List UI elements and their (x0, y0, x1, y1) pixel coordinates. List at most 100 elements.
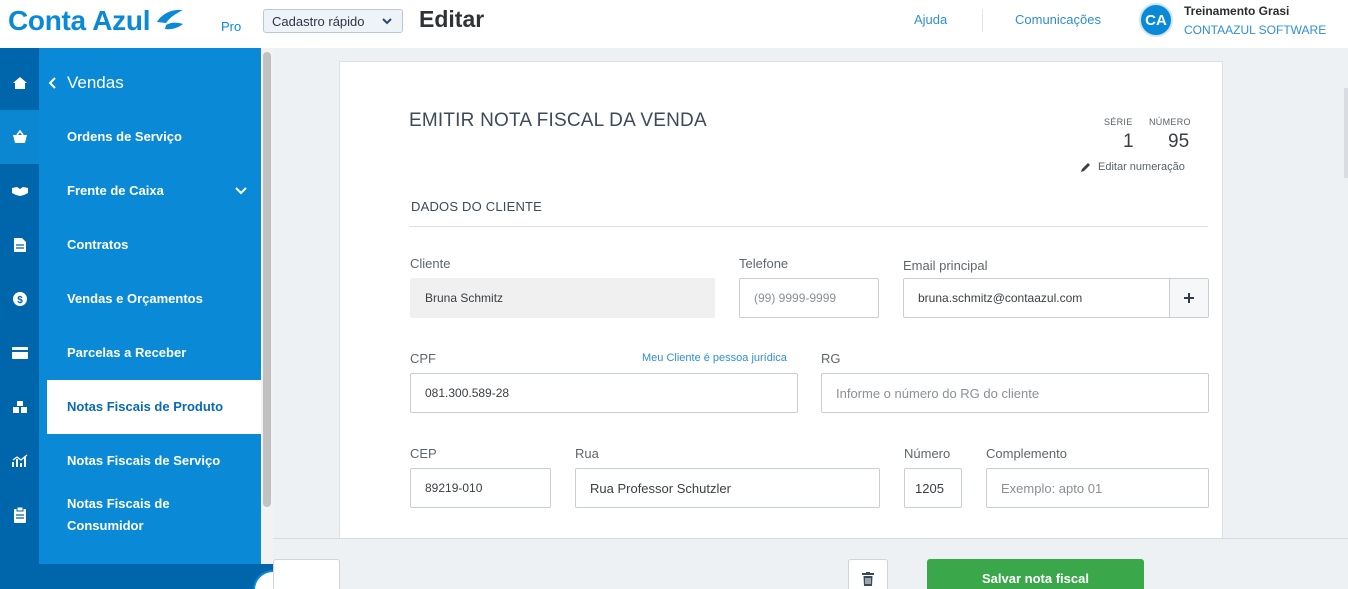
phone-input[interactable]: (99) 9999-9999 (739, 278, 879, 318)
page-title: Editar (419, 6, 485, 32)
complement-placeholder: Exemplo: apto 01 (1001, 480, 1103, 496)
delete-button[interactable] (848, 559, 888, 589)
announcements-link[interactable]: Comunicações (1015, 12, 1101, 27)
page-scrollbar[interactable] (1344, 88, 1348, 178)
save-invoice-button[interactable]: Salvar nota fiscal (927, 559, 1144, 589)
dollar-icon: $ (12, 292, 27, 306)
invoice-form-card: EMITIR NOTA FISCAL DA VENDA SÉRIE 1 NÚME… (339, 61, 1223, 541)
plan-badge: Pro (221, 19, 242, 34)
menu-item-label: Vendas e Orçamentos (67, 291, 203, 306)
menu-item-pos[interactable]: Frente de Caixa (39, 164, 261, 218)
rail-cards[interactable] (0, 326, 39, 380)
menu-item-label: Parcelas a Receber (67, 345, 187, 360)
sidebar-scrollbar-thumb[interactable] (263, 52, 271, 507)
logo[interactable]: Conta Azul (8, 2, 186, 40)
menu-item-label: Notas Fiscais de Serviço (67, 453, 221, 468)
rail-home[interactable] (0, 56, 39, 110)
email-value: bruna.schmitz@contaazul.com (918, 291, 1083, 305)
add-email-button[interactable] (1169, 278, 1209, 318)
street-label: Rua (575, 446, 599, 461)
edit-numbering-link[interactable]: Editar numeração (1080, 161, 1185, 173)
street-input[interactable]: Rua Professor Schutzler (575, 468, 880, 508)
basket-icon (12, 129, 27, 143)
chart-icon (11, 454, 27, 467)
user-company[interactable]: CONTAAZUL SOFTWARE (1184, 23, 1326, 37)
back-to-sales[interactable]: Vendas (39, 56, 261, 110)
sidebar-bottom (0, 564, 273, 589)
street-value: Rua Professor Schutzler (590, 480, 731, 496)
edit-numbering-label: Editar numeração (1098, 161, 1185, 173)
address-number-label: Número (904, 446, 951, 461)
address-number-input[interactable]: 1205 (904, 468, 962, 508)
logo-text: Conta Azul (8, 5, 151, 36)
menu-item-label: Frente de Caixa (67, 183, 164, 198)
email-input[interactable]: bruna.schmitz@contaazul.com (903, 278, 1170, 318)
serie-value: 1 (1123, 131, 1134, 152)
rail-finance[interactable]: $ (0, 272, 39, 326)
document-icon (13, 238, 26, 252)
quick-add-dropdown[interactable]: Cadastro rápido (263, 9, 403, 33)
rail-tasks[interactable] (0, 488, 39, 542)
phone-label: Telefone (739, 256, 789, 271)
rail-stock[interactable] (0, 380, 39, 434)
legal-entity-link[interactable]: Meu Cliente é pessoa jurídica (642, 352, 787, 364)
action-footer (273, 538, 1348, 589)
complement-label: Complemento (986, 446, 1067, 461)
sales-submenu: Vendas Ordens de Serviço Frente de Caixa… (39, 48, 261, 564)
cpf-value: 081.300.589-28 (425, 386, 510, 400)
cpf-label: CPF (410, 351, 436, 366)
clipboard-icon (13, 507, 26, 523)
number-label: NÚMERO (1149, 117, 1191, 127)
header-divider (982, 10, 983, 32)
boxes-icon (12, 401, 27, 413)
complement-input[interactable]: Exemplo: apto 01 (986, 468, 1209, 508)
rail-sales[interactable] (0, 110, 39, 164)
rg-input[interactable]: Informe o número do RG do cliente (821, 373, 1209, 413)
menu-item-service-orders[interactable]: Ordens de Serviço (39, 110, 261, 164)
trash-icon (862, 572, 874, 586)
form-title: EMITIR NOTA FISCAL DA VENDA (409, 110, 707, 131)
client-label: Cliente (410, 256, 451, 271)
rail-pos[interactable] (0, 164, 39, 218)
save-invoice-label: Salvar nota fiscal (982, 571, 1089, 586)
rail-contracts[interactable] (0, 218, 39, 272)
email-label: Email principal (903, 258, 988, 273)
chevron-left-icon (49, 77, 56, 89)
menu-item-service-invoices[interactable]: Notas Fiscais de Serviço (39, 434, 261, 488)
plus-icon (1184, 293, 1194, 303)
user-name[interactable]: Treinamento Grasi (1184, 4, 1289, 18)
quick-add-label: Cadastro rápido (272, 13, 365, 29)
cep-value: 89219-010 (425, 481, 483, 495)
card-icon (11, 347, 28, 359)
rail-reports[interactable] (0, 434, 39, 488)
menu-item-label: Notas Fiscais de Consumidor (67, 496, 170, 533)
chevron-down-icon (235, 187, 247, 195)
client-field[interactable]: Bruna Schmitz (410, 278, 715, 318)
cpf-input[interactable]: 081.300.589-28 (410, 373, 798, 413)
client-section-title: DADOS DO CLIENTE (411, 199, 543, 214)
handshake-icon (11, 187, 28, 196)
menu-item-label: Contratos (67, 237, 129, 252)
phone-placeholder: (99) 9999-9999 (754, 291, 837, 305)
menu-item-contracts[interactable]: Contratos (39, 218, 261, 272)
menu-item-sales-quotes[interactable]: Vendas e Orçamentos (39, 272, 261, 326)
number-value: 95 (1168, 131, 1190, 152)
address-number-value: 1205 (915, 480, 944, 496)
menu-item-consumer-invoices[interactable]: Notas Fiscais de Consumidor (39, 488, 229, 542)
menu-item-product-invoices[interactable]: Notas Fiscais de Produto (47, 380, 261, 434)
rg-label: RG (821, 351, 841, 366)
section-divider (409, 226, 1208, 227)
menu-item-receivables[interactable]: Parcelas a Receber (39, 326, 261, 380)
chevron-down-icon (382, 18, 392, 25)
menu-item-label: Notas Fiscais de Produto (67, 399, 224, 414)
help-link[interactable]: Ajuda (914, 12, 947, 27)
section-title: Vendas (67, 73, 124, 92)
logo-mark-icon (157, 9, 184, 30)
cep-input[interactable]: 89219-010 (410, 468, 551, 508)
pencil-icon (1081, 163, 1090, 172)
svg-text:$: $ (17, 295, 23, 306)
serie-label: SÉRIE (1104, 117, 1133, 127)
menu-item-label: Ordens de Serviço (67, 129, 182, 144)
avatar[interactable]: CA (1139, 3, 1173, 37)
back-button[interactable] (273, 559, 340, 589)
